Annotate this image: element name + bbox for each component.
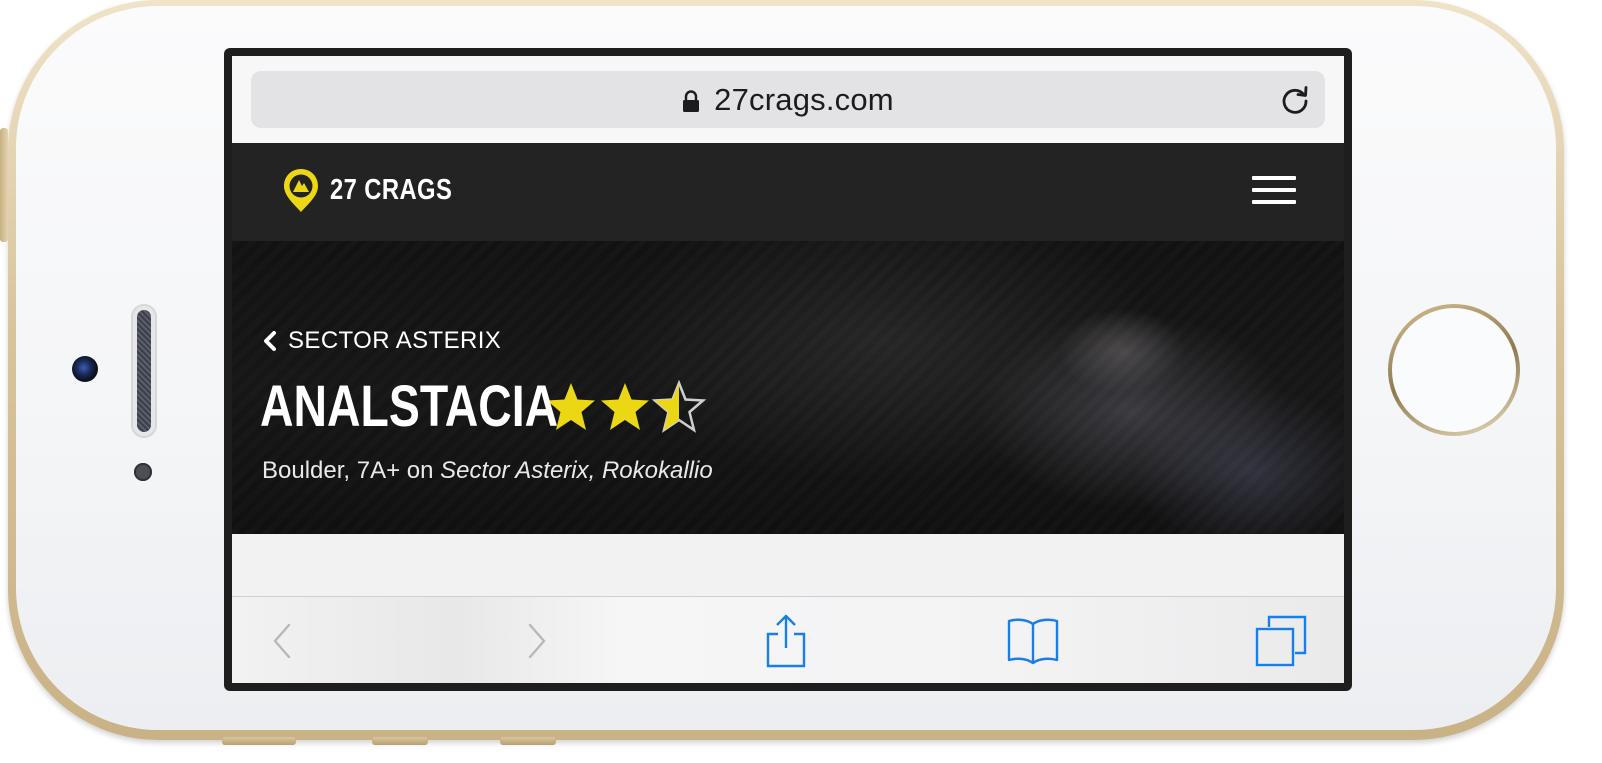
sleep-button	[0, 128, 8, 242]
screen: 27crags.com 27 CRAGS SECTOR ASTERIX ANAL…	[232, 56, 1344, 683]
share-button[interactable]	[756, 611, 816, 671]
breadcrumb-label: SECTOR ASTERIX	[288, 327, 502, 354]
front-camera	[72, 356, 98, 382]
volume-up-button	[372, 737, 428, 745]
title-row: ANALSTACIA	[260, 373, 706, 440]
rating-stars	[544, 379, 706, 434]
route-location-link[interactable]: Sector Asterix, Rokokallio	[440, 457, 713, 484]
address-bar[interactable]: 27crags.com	[251, 71, 1325, 128]
route-type-grade: Boulder, 7A+ on	[262, 457, 441, 484]
tabs-icon	[1255, 615, 1307, 667]
site-header: 27 CRAGS	[232, 143, 1344, 241]
route-title: ANALSTACIA	[260, 374, 559, 439]
url-display: 27crags.com	[251, 71, 1325, 128]
site-logo[interactable]: 27 CRAGS	[282, 167, 479, 213]
back-icon	[273, 623, 291, 659]
address-bar-area: 27crags.com	[232, 56, 1344, 143]
forward-icon	[528, 623, 546, 659]
volume-button	[222, 737, 296, 745]
page-content	[232, 534, 1344, 596]
share-icon	[766, 614, 806, 668]
back-button[interactable]	[252, 611, 312, 671]
bookmarks-button[interactable]	[1003, 611, 1063, 671]
home-button[interactable]	[1388, 304, 1520, 436]
lock-icon	[683, 89, 700, 112]
route-subtitle: Boulder, 7A+ on Sector Asterix, Rokokall…	[262, 457, 713, 485]
earpiece-speaker	[131, 304, 157, 438]
tabs-button[interactable]	[1251, 611, 1311, 671]
star-full-icon	[601, 382, 649, 430]
browser-toolbar	[232, 596, 1344, 683]
hamburger-menu-icon[interactable]	[1252, 174, 1296, 206]
logo-text: 27 CRAGS	[330, 173, 453, 206]
bookmarks-icon	[1007, 618, 1059, 665]
forward-button[interactable]	[507, 611, 567, 671]
map-pin-logo-icon	[284, 169, 318, 212]
hero-banner: SECTOR ASTERIX ANALSTACIA Boulder, 7A+ o…	[232, 241, 1344, 534]
chevron-left-icon	[264, 331, 276, 351]
star-half-icon	[652, 379, 706, 433]
proximity-sensor	[134, 463, 152, 481]
reload-icon[interactable]	[1279, 84, 1311, 116]
url-text: 27crags.com	[714, 81, 894, 117]
breadcrumb[interactable]: SECTOR ASTERIX	[262, 327, 501, 355]
volume-down-button	[500, 737, 556, 745]
